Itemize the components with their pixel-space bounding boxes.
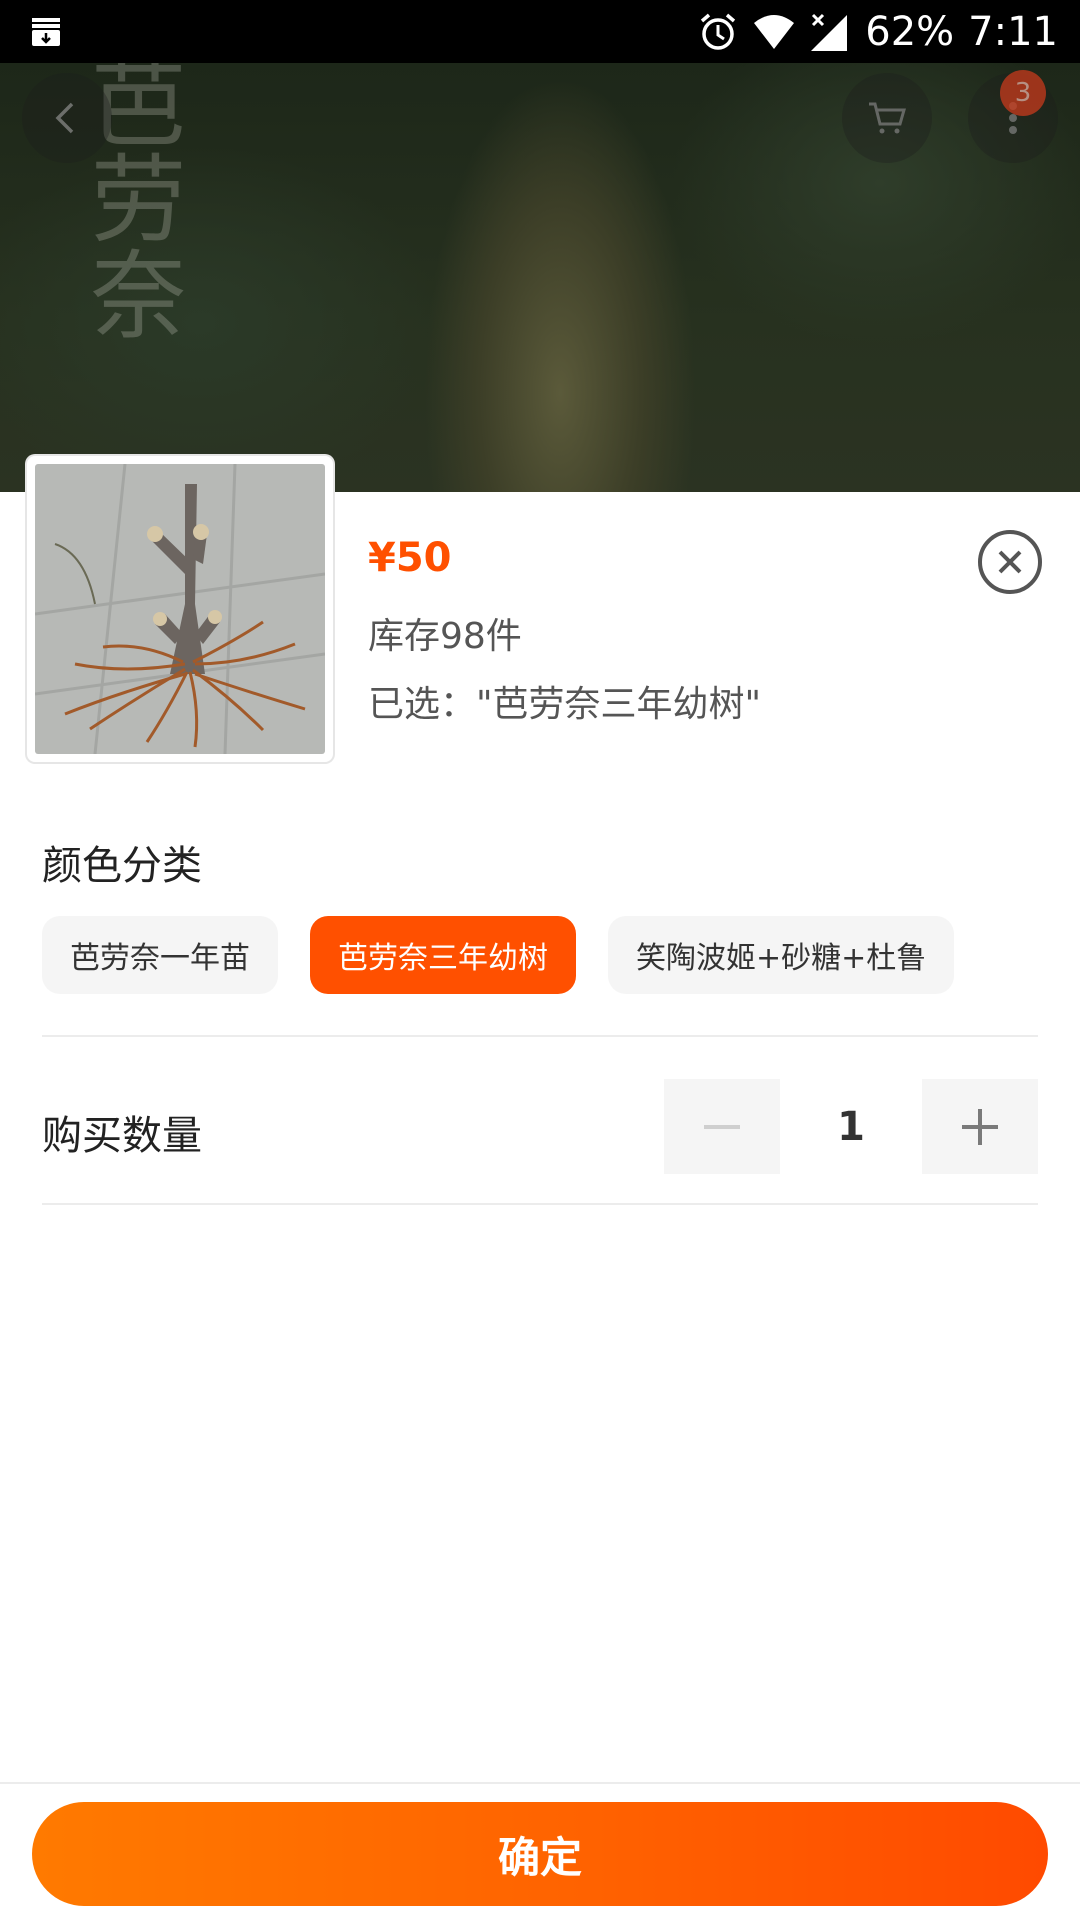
alarm-icon bbox=[701, 13, 736, 50]
back-button[interactable] bbox=[22, 73, 112, 163]
wifi-icon bbox=[754, 14, 795, 49]
plus-icon bbox=[962, 1108, 998, 1145]
variant-option-2-selected[interactable]: 芭劳奈三年幼树 bbox=[310, 916, 576, 994]
selected-variant-text: 已选："芭劳奈三年幼树" bbox=[368, 684, 762, 725]
footer-divider bbox=[0, 1782, 1080, 1784]
variant-section-title: 颜色分类 bbox=[42, 843, 202, 889]
variant-options: 芭劳奈一年苗 芭劳奈三年幼树 笑陶波姬+砂糖+杜鲁 bbox=[42, 916, 955, 994]
cart-icon bbox=[869, 102, 906, 134]
cart-button[interactable] bbox=[842, 73, 932, 163]
minus-icon bbox=[704, 1124, 740, 1129]
cart-count-badge: 3 bbox=[1000, 70, 1046, 116]
divider bbox=[42, 1035, 1038, 1037]
price: ¥50 bbox=[368, 535, 452, 581]
confirm-button[interactable]: 确定 bbox=[32, 1802, 1048, 1906]
stock-count: 库存98件 bbox=[368, 616, 522, 657]
quantity-value[interactable]: 1 bbox=[780, 1079, 922, 1174]
divider bbox=[42, 1203, 1038, 1205]
back-icon bbox=[55, 102, 74, 134]
close-button[interactable] bbox=[978, 530, 1042, 594]
quantity-title: 购买数量 bbox=[42, 1113, 202, 1159]
product-thumbnail[interactable] bbox=[27, 456, 333, 762]
status-bar: 62% 7:11 bbox=[0, 0, 1080, 63]
variant-option-1[interactable]: 芭劳奈一年苗 bbox=[42, 916, 278, 994]
quantity-decrease-button[interactable] bbox=[664, 1079, 780, 1174]
clock-text: 7:11 bbox=[968, 8, 1058, 55]
product-image bbox=[35, 464, 325, 754]
close-icon bbox=[998, 550, 1022, 574]
variant-option-3[interactable]: 笑陶波姬+砂糖+杜鲁 bbox=[608, 916, 955, 994]
quantity-increase-button[interactable] bbox=[922, 1079, 1038, 1174]
signal-icon bbox=[811, 13, 848, 51]
download-notification-icon bbox=[32, 18, 60, 46]
battery-text: 62% bbox=[865, 8, 955, 55]
